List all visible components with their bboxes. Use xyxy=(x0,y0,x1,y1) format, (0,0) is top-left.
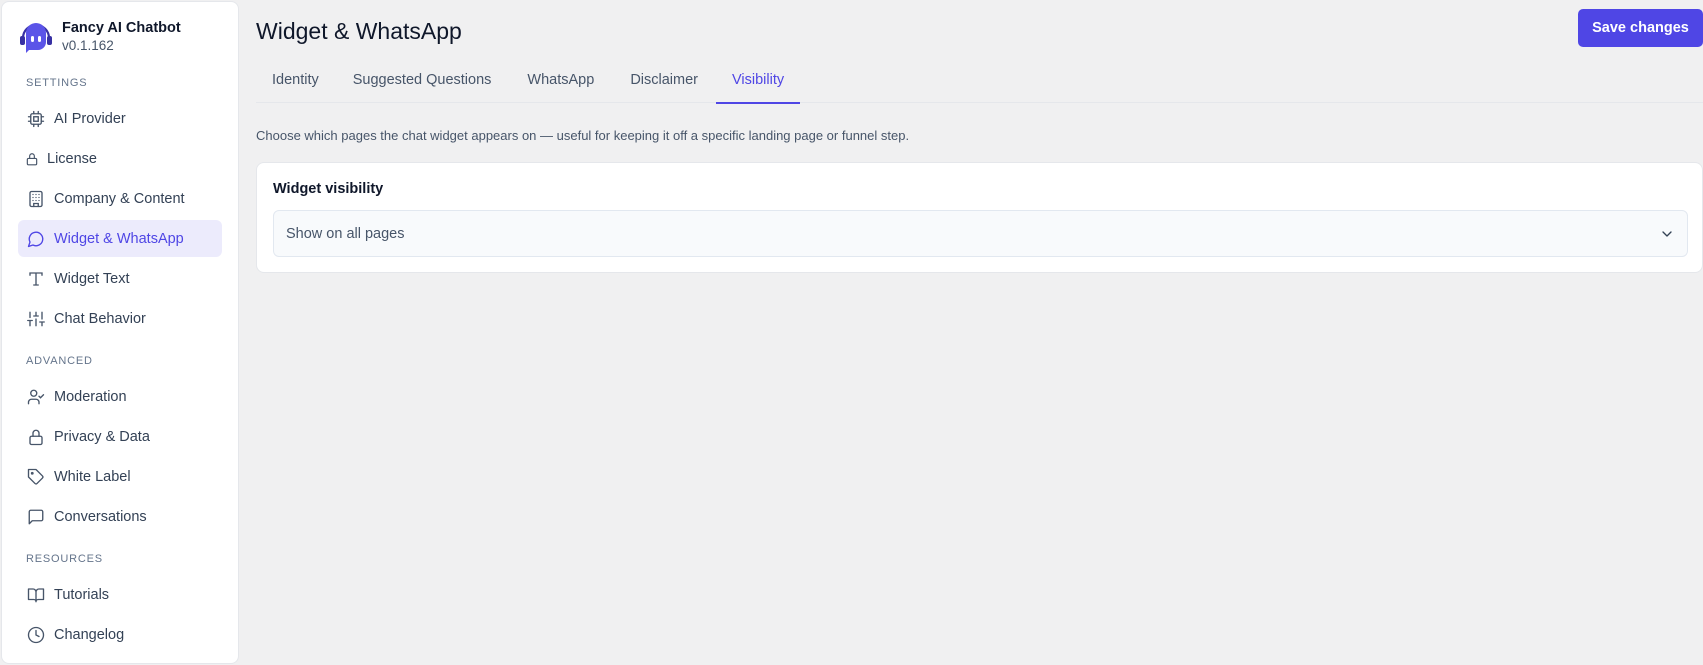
sidebar-item-label: Chat Behavior xyxy=(54,310,146,327)
building-icon xyxy=(26,189,46,209)
sidebar-item-tutorials[interactable]: Tutorials xyxy=(18,576,222,613)
sidebar-item-label: AI Provider xyxy=(54,110,126,127)
section-label: SETTINGS xyxy=(26,77,88,89)
sidebar-item-label: License xyxy=(47,150,97,167)
user-check-icon xyxy=(26,387,46,407)
book-open-icon xyxy=(26,585,46,605)
sidebar-item-white-label[interactable]: White Label xyxy=(18,458,222,495)
sidebar-item-chat-behavior[interactable]: Chat Behavior xyxy=(18,300,222,337)
sidebar-item-widget-text[interactable]: Widget Text xyxy=(18,260,222,297)
sidebar-item-label: Privacy & Data xyxy=(54,428,150,445)
tab-visibility[interactable]: Visibility xyxy=(715,62,801,104)
type-icon xyxy=(26,269,46,289)
sidebar-item-company-content[interactable]: Company & Content xyxy=(18,180,222,217)
sidebar: Fancy AI Chatbot v0.1.162 SETTINGS AI Pr… xyxy=(1,1,239,664)
brand: Fancy AI Chatbot v0.1.162 xyxy=(18,2,222,72)
sidebar-item-label: Widget & WhatsApp xyxy=(54,230,184,247)
sidebar-item-label: Changelog xyxy=(54,626,125,643)
page-title: Widget & WhatsApp xyxy=(256,18,462,44)
tab-suggested-questions[interactable]: Suggested Questions xyxy=(335,62,510,103)
section-label: ADVANCED xyxy=(26,355,93,367)
sidebar-item-label: Company & Content xyxy=(54,190,185,207)
app-root: Fancy AI Chatbot v0.1.162 SETTINGS AI Pr… xyxy=(0,0,1703,665)
tab-bar: Identity Suggested Questions WhatsApp Di… xyxy=(256,62,1703,104)
sidebar-item-privacy-data[interactable]: Privacy & Data xyxy=(18,418,222,455)
sidebar-item-changelog[interactable]: Changelog xyxy=(18,616,222,653)
sidebar-section-settings: SETTINGS AI Provider License Company & C… xyxy=(18,72,222,337)
sliders-icon xyxy=(26,309,46,329)
widget-visibility-card: Widget visibility Show on all pages xyxy=(256,162,1703,273)
sidebar-item-moderation[interactable]: Moderation xyxy=(18,378,222,415)
visibility-select[interactable]: Show on all pages xyxy=(273,210,1688,257)
save-changes-button[interactable]: Save changes xyxy=(1578,9,1703,47)
app-name: Fancy AI Chatbot xyxy=(62,20,181,36)
lock-icon xyxy=(26,427,46,447)
sidebar-item-label: Conversations xyxy=(54,508,147,525)
clock-icon xyxy=(26,625,46,645)
bot-logo-icon xyxy=(18,19,54,55)
sidebar-item-conversations[interactable]: Conversations xyxy=(18,498,222,535)
app-version: v0.1.162 xyxy=(62,38,114,53)
cpu-icon xyxy=(26,109,46,129)
sidebar-item-label: Tutorials xyxy=(54,586,110,603)
section-label: RESOURCES xyxy=(26,553,103,565)
sidebar-section-advanced: ADVANCED Moderation Privacy & Data White… xyxy=(18,350,222,535)
sidebar-item-label: Widget Text xyxy=(54,270,130,287)
tab-identity[interactable]: Identity xyxy=(256,62,335,103)
tag-icon xyxy=(26,467,46,487)
sidebar-item-label: White Label xyxy=(54,468,131,485)
sidebar-section-resources: RESOURCES Tutorials Changelog xyxy=(18,548,222,653)
message-circle-icon xyxy=(26,229,46,249)
sidebar-item-widget-whatsapp[interactable]: Widget & WhatsApp xyxy=(18,220,222,257)
tab-disclaimer[interactable]: Disclaimer xyxy=(612,62,716,103)
message-square-icon xyxy=(26,507,46,527)
card-title: Widget visibility xyxy=(273,181,384,197)
sidebar-item-license[interactable]: License xyxy=(18,140,222,177)
main-content: Widget & WhatsApp Save changes Identity … xyxy=(256,0,1703,665)
select-value: Show on all pages xyxy=(286,225,405,242)
lock-icon xyxy=(25,149,39,169)
chevron-down-icon xyxy=(1659,226,1675,242)
visibility-description: Choose which pages the chat widget appea… xyxy=(256,128,910,143)
sidebar-item-label: Moderation xyxy=(54,388,127,405)
sidebar-item-ai-provider[interactable]: AI Provider xyxy=(18,100,222,137)
tab-whatsapp[interactable]: WhatsApp xyxy=(509,62,612,103)
